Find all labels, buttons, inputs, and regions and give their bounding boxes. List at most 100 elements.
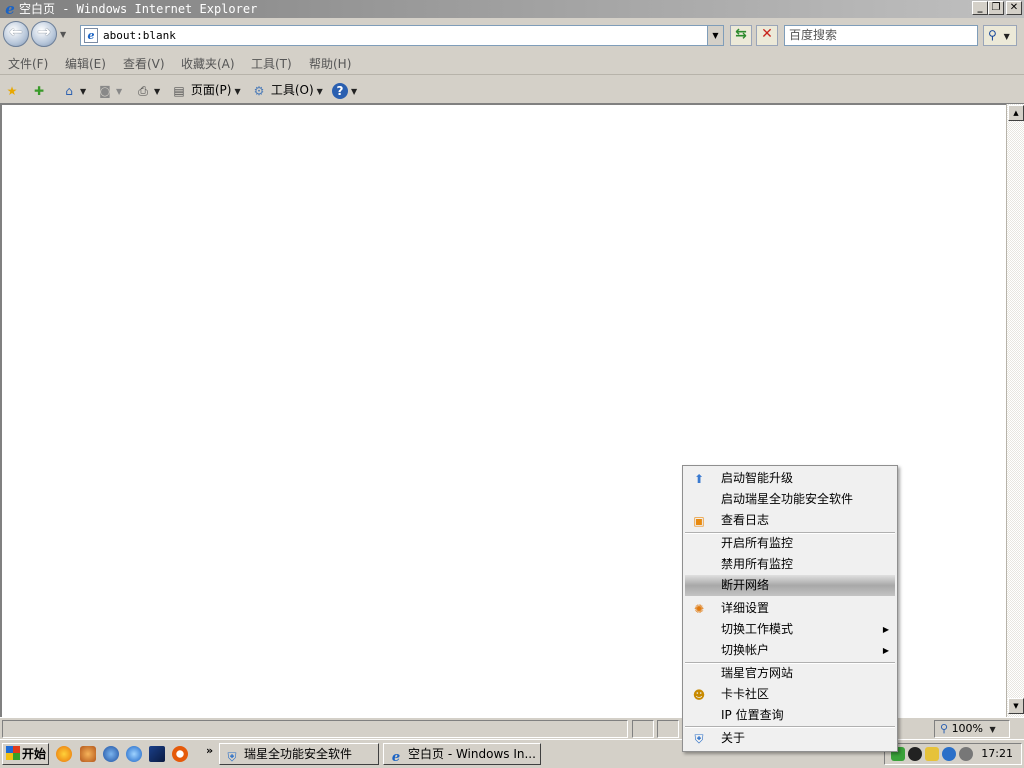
taskbar-item-ie[interactable]: e 空白页 - Windows In... [383, 743, 541, 765]
quicklaunch-more-icon[interactable]: » [206, 744, 213, 757]
ie-icon: e [5, 0, 15, 18]
ie-quicklaunch-icon[interactable] [126, 746, 142, 762]
printer-icon: ⎙ [138, 83, 148, 98]
add-favorite-button[interactable]: ✚ [31, 80, 47, 100]
menu-item-view-log[interactable]: ▣ 查看日志 [685, 510, 895, 531]
scroll-up-button[interactable]: ▲ [1008, 105, 1024, 121]
back-arrow-icon: ← [9, 22, 23, 41]
menu-item-label: 断开网络 [721, 578, 770, 592]
show-desktop-icon[interactable] [149, 746, 165, 762]
menu-tools[interactable]: 工具(T) [251, 56, 292, 72]
menu-item-label: 详细设置 [721, 601, 770, 615]
menu-item-smart-upgrade[interactable]: ⬆ 启动智能升级 [685, 468, 895, 489]
menu-edit[interactable]: 编辑(E) [65, 56, 106, 72]
submenu-arrow-icon: ▶ [882, 646, 889, 655]
menu-file[interactable]: 文件(F) [8, 56, 48, 72]
menu-item-ip-lookup[interactable]: IP 位置查询 [685, 705, 895, 726]
menu-item-enable-monitors[interactable]: 开启所有监控 [685, 533, 895, 554]
page-icon: ▤ [173, 83, 185, 98]
menu-item-label: 启动智能升级 [721, 471, 794, 485]
magnifier-icon: ⚲ [988, 28, 997, 42]
media-tool-icon[interactable] [80, 746, 96, 762]
upgrade-icon: ⬆ [693, 472, 705, 486]
search-input[interactable]: 百度搜索 [784, 25, 978, 46]
minimize-button[interactable]: _ [972, 1, 988, 15]
search-button[interactable]: ⚲ ▼ [983, 25, 1017, 46]
status-text-pane [2, 720, 628, 738]
feeds-button[interactable]: ◙ ▼ [97, 80, 122, 100]
help-button[interactable]: ? ▼ [332, 80, 357, 100]
taskbar-item-rising[interactable]: ⛨ 瑞星全功能安全软件 [219, 743, 379, 765]
network-globe-icon[interactable] [103, 746, 119, 762]
firefox-icon[interactable] [56, 746, 72, 762]
menu-item-switch-mode[interactable]: 切换工作模式 ▶ [685, 619, 895, 640]
ie-page-icon: e [84, 28, 98, 43]
address-bar[interactable]: e about:blank ▼ [80, 25, 724, 46]
start-button[interactable]: 开始 [2, 743, 49, 765]
menu-item-switch-account[interactable]: 切换帐户 ▶ [685, 640, 895, 661]
menu-item-launch-rising[interactable]: 启动瑞星全功能安全软件 [685, 489, 895, 510]
taskbar-item-label: 空白页 - Windows In... [408, 747, 536, 761]
stop-button[interactable]: ✕ [756, 25, 778, 46]
restore-button[interactable]: ❐ [988, 1, 1004, 15]
log-icon: ▣ [693, 514, 705, 528]
menu-item-label: 切换帐户 [721, 643, 770, 657]
back-button[interactable]: ← [3, 21, 29, 47]
menu-item-label: 开启所有监控 [721, 536, 794, 550]
menu-item-label: 瑞星官方网站 [721, 666, 794, 680]
address-input[interactable]: about:blank [103, 29, 176, 43]
rss-icon: ◙ [99, 83, 111, 98]
home-button[interactable]: ⌂ ▼ [61, 80, 86, 100]
menu-item-label: 切换工作模式 [721, 622, 794, 636]
forward-button[interactable]: → [31, 21, 57, 47]
menu-item-kaka-community[interactable]: ☻ 卡卡社区 [685, 684, 895, 705]
address-dropdown-button[interactable]: ▼ [707, 26, 723, 45]
menu-help[interactable]: 帮助(H) [309, 56, 351, 72]
refresh-button[interactable]: ⇆ [730, 25, 752, 46]
media-player-icon[interactable] [172, 746, 188, 762]
tools-menu-button[interactable]: ⚙ 工具(O) ▼ [251, 80, 323, 100]
rising-shield-icon: ⛨ [227, 750, 237, 764]
page-menu-label: 页面(P) [190, 83, 232, 97]
zoom-value: 100% [951, 722, 984, 735]
menu-view[interactable]: 查看(V) [123, 56, 165, 72]
menu-item-disable-monitors[interactable]: 禁用所有监控 [685, 554, 895, 575]
settings-gear-icon: ✺ [693, 602, 705, 616]
forward-arrow-icon: → [37, 22, 51, 41]
menu-item-label: 关于 [721, 731, 746, 745]
vertical-scrollbar[interactable]: ▲ ▼ [1006, 104, 1024, 717]
start-label: 开始 [22, 747, 47, 761]
menu-item-about[interactable]: ⛨ 关于 [685, 728, 895, 749]
print-button[interactable]: ⎙ ▼ [135, 80, 160, 100]
zoom-level[interactable]: ⚲ 100% ▼ [940, 721, 996, 738]
rising-tray-icon[interactable] [942, 747, 956, 761]
status-pane-1 [632, 720, 654, 738]
menu-item-label: 启动瑞星全功能安全软件 [721, 492, 854, 506]
refresh-icon: ⇆ [735, 26, 747, 42]
history-dropdown[interactable]: ▼ [60, 30, 66, 39]
menu-item-official-site[interactable]: 瑞星官方网站 [685, 663, 895, 684]
status-pane-2 [657, 720, 679, 738]
menu-item-settings[interactable]: ✺ 详细设置 [685, 598, 895, 619]
close-button[interactable]: ✕ [1006, 1, 1022, 15]
favorites-center-button[interactable]: ★ [4, 80, 20, 100]
page-menu-button[interactable]: ▤ 页面(P) ▼ [171, 80, 240, 100]
folder-tray-icon[interactable] [925, 747, 939, 761]
menu-bar: 文件(F) 编辑(E) 查看(V) 收藏夹(A) 工具(T) 帮助(H) [0, 53, 1024, 75]
zoom-icon: ⚲ [940, 722, 949, 735]
menu-favorites[interactable]: 收藏夹(A) [181, 56, 235, 72]
window-title: 空白页 - Windows Internet Explorer [19, 2, 258, 16]
star-icon: ★ [6, 83, 18, 98]
command-bar: ★ ✚ ⌂ ▼ ◙ ▼ ⎙ ▼ ▤ 页面(P) ▼ ⚙ 工具(O) ▼ ? ▼ [0, 75, 1024, 104]
ie-icon: e [391, 750, 401, 765]
scroll-down-button[interactable]: ▼ [1008, 698, 1024, 714]
rising-shield-icon: ⛨ [694, 732, 704, 746]
gear-icon: ⚙ [253, 83, 265, 98]
windows-logo-icon [6, 746, 20, 760]
qq-tray-icon[interactable] [908, 747, 922, 761]
menu-item-label: IP 位置查询 [721, 708, 784, 722]
menu-item-disconnect-network[interactable]: 断开网络 [685, 575, 895, 596]
home-icon: ⌂ [65, 83, 73, 98]
volume-tray-icon[interactable] [959, 747, 973, 761]
menu-item-label: 禁用所有监控 [721, 557, 794, 571]
